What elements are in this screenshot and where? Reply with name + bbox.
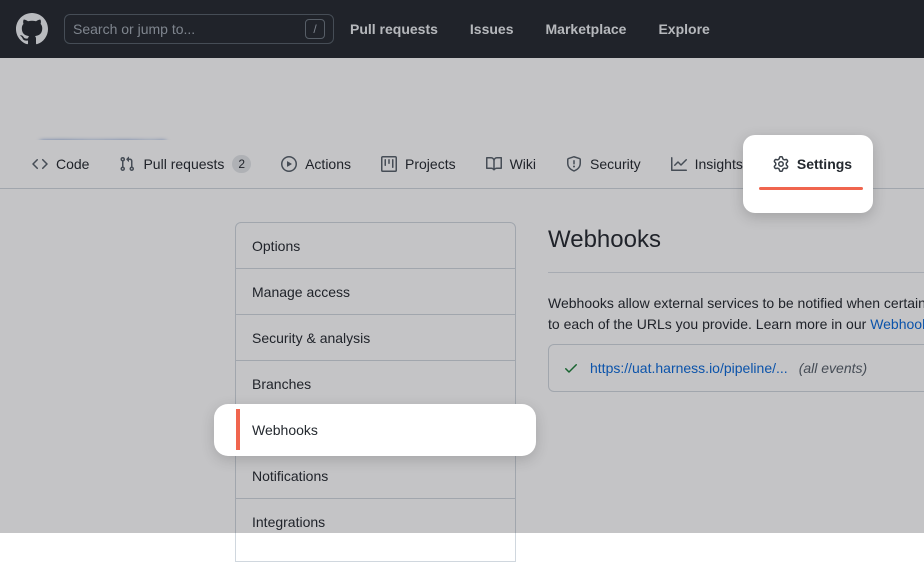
nav-issues[interactable]: Issues	[470, 21, 514, 37]
git-pull-request-icon	[119, 156, 135, 172]
nav-pull-requests[interactable]: Pull requests	[350, 21, 438, 37]
pull-requests-count-badge: 2	[232, 155, 251, 173]
sidebar-item-security-analysis[interactable]: Security & analysis	[236, 315, 515, 361]
project-icon	[381, 156, 397, 172]
book-icon	[486, 156, 502, 172]
repo-header: / goHelloWorldServer forked from /goHell…	[0, 58, 924, 140]
webhook-url-link[interactable]: https://uat.harness.io/pipeline/...	[590, 360, 788, 376]
tab-actions[interactable]: Actions	[273, 140, 359, 188]
webhooks-panel: Webhooks Webhooks allow external service…	[548, 222, 924, 392]
page-title: Webhooks	[548, 222, 924, 273]
tab-projects[interactable]: Projects	[373, 140, 464, 188]
sidebar-item-webhooks[interactable]: Webhooks	[236, 407, 515, 453]
sidebar-item-options[interactable]: Options	[236, 223, 515, 269]
webhooks-guide-link[interactable]: Webhooks Guide.	[870, 316, 924, 332]
play-icon	[281, 156, 297, 172]
search-input[interactable]: Search or jump to... /	[64, 14, 334, 44]
tab-settings[interactable]: Settings	[765, 140, 860, 188]
code-icon	[32, 156, 48, 172]
nav-marketplace[interactable]: Marketplace	[546, 21, 627, 37]
active-tab-underline	[759, 187, 863, 190]
github-logo-icon[interactable]	[16, 13, 48, 45]
header-nav: Pull requests Issues Marketplace Explore	[350, 21, 710, 37]
gear-icon	[773, 156, 789, 172]
tab-insights[interactable]: Insights	[663, 140, 751, 188]
sidebar-item-manage-access[interactable]: Manage access	[236, 269, 515, 315]
check-icon	[563, 360, 579, 376]
tab-pull-requests[interactable]: Pull requests 2	[111, 140, 259, 188]
webhooks-description: Webhooks allow external services to be n…	[548, 293, 924, 335]
active-item-bar	[236, 409, 240, 450]
tab-code[interactable]: Code	[24, 140, 97, 188]
settings-sidebar: Options Manage access Security & analysi…	[235, 222, 516, 562]
repo-tab-bar: Code Pull requests 2 Actions Projects Wi…	[0, 140, 924, 189]
global-header: Search or jump to... / Pull requests Iss…	[0, 0, 924, 58]
slash-shortcut-key: /	[305, 19, 325, 39]
settings-tab-spotlight	[743, 135, 873, 213]
tab-security[interactable]: Security	[558, 140, 649, 188]
sidebar-item-integrations[interactable]: Integrations	[236, 499, 515, 545]
search-placeholder: Search or jump to...	[73, 21, 195, 37]
tab-wiki[interactable]: Wiki	[478, 140, 544, 188]
webhook-events-note: (all events)	[799, 360, 867, 376]
nav-explore[interactable]: Explore	[658, 21, 709, 37]
graph-icon	[671, 156, 687, 172]
webhook-entry: https://uat.harness.io/pipeline/... (all…	[548, 344, 924, 392]
shield-icon	[566, 156, 582, 172]
sidebar-item-branches[interactable]: Branches	[236, 361, 515, 407]
sidebar-item-notifications[interactable]: Notifications	[236, 453, 515, 499]
